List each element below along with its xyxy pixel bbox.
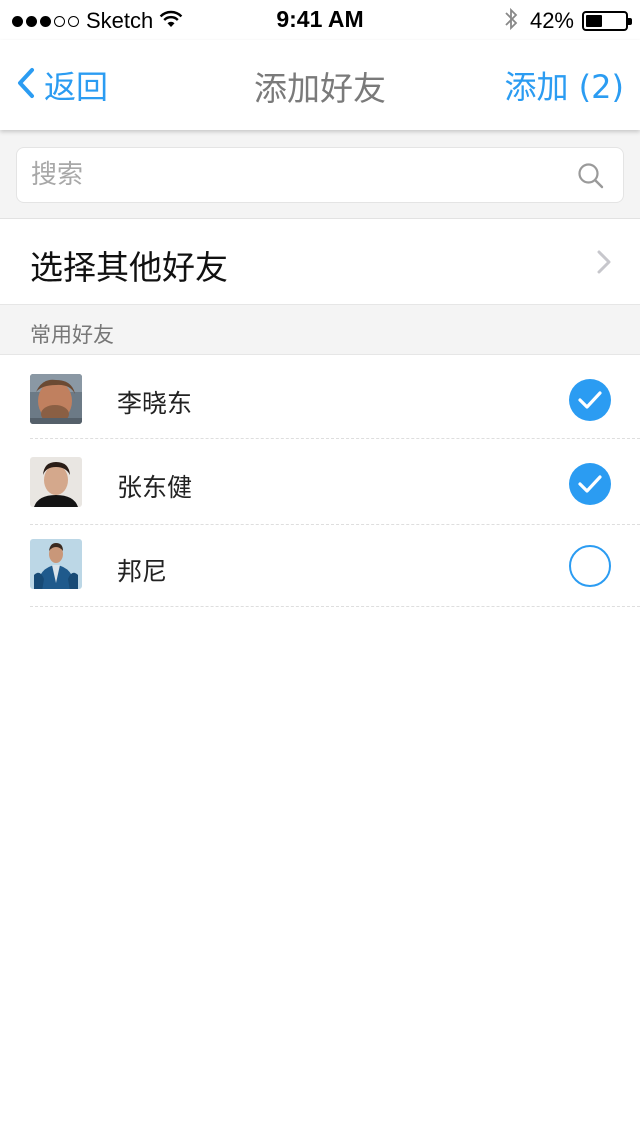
friend-list: 李晓东 张东健 邦尼 [0, 355, 640, 607]
battery-percent: 42% [529, 8, 574, 33]
checkmark-selected-icon[interactable] [569, 379, 611, 421]
section-title: 常用好友 [30, 323, 114, 347]
nav-bar: 返回 添加好友 添加 (2) [0, 40, 640, 130]
status-right: 42% [504, 7, 632, 35]
search-bar [0, 130, 640, 219]
list-item[interactable]: 邦尼 [0, 525, 640, 607]
friend-name: 邦尼 [117, 557, 168, 586]
checkmark-unselected-icon[interactable] [569, 545, 611, 587]
battery-icon [582, 11, 632, 31]
section-header: 常用好友 [0, 304, 640, 355]
search-input[interactable] [31, 158, 551, 192]
friend-name: 李晓东 [117, 389, 193, 418]
avatar [30, 374, 82, 424]
status-bar: Sketch 9:41 AM 42% [0, 0, 640, 40]
add-button[interactable]: 添加 (2) [504, 62, 624, 108]
chevron-right-icon [596, 249, 612, 279]
bluetooth-icon [504, 7, 518, 35]
select-other-friends-row[interactable]: 选择其他好友 [0, 219, 640, 304]
checkmark-selected-icon[interactable] [569, 463, 611, 505]
row-divider [30, 606, 640, 607]
search-box [16, 147, 624, 203]
battery-fill [586, 15, 602, 27]
search-icon[interactable] [577, 162, 605, 194]
avatar [30, 457, 82, 507]
friend-name: 张东健 [117, 473, 193, 502]
avatar [30, 539, 82, 589]
battery-nub [628, 18, 632, 25]
list-item[interactable]: 张东健 [0, 439, 640, 525]
list-item[interactable]: 李晓东 [0, 355, 640, 439]
select-other-label: 选择其他好友 [30, 248, 228, 287]
